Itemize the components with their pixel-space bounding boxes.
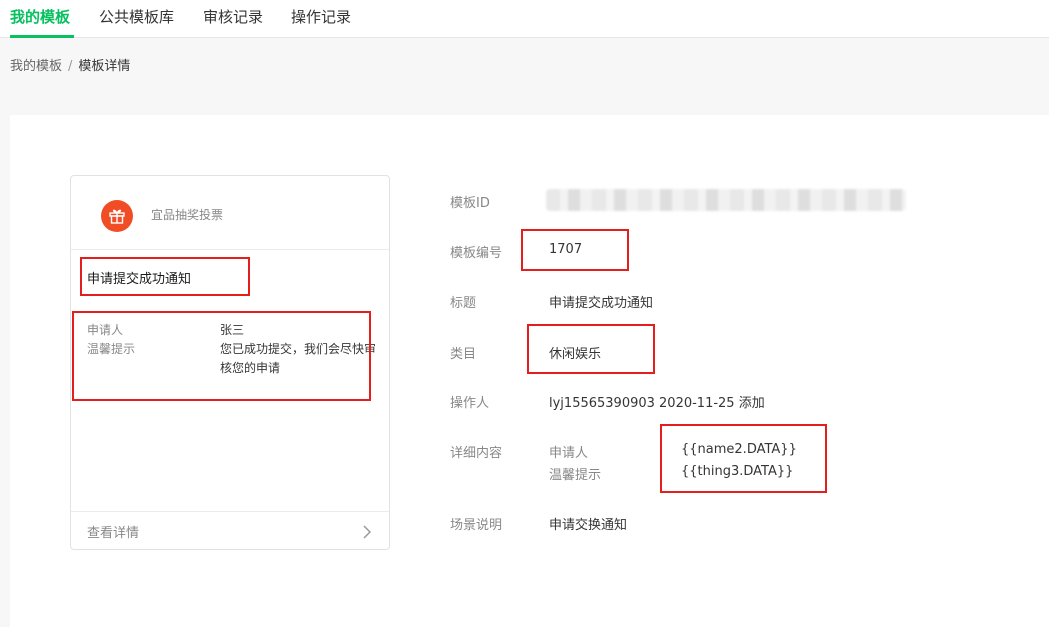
template-id-label: 模板ID (450, 196, 490, 211)
gift-icon (101, 200, 133, 232)
category-value: 休闲娱乐 (549, 347, 602, 362)
content-field-value: {{thing3.DATA}} (681, 464, 794, 479)
preview-card-header: 宜品抽奖投票 (71, 176, 389, 250)
scene-label: 场景说明 (450, 518, 503, 533)
annotation-box-content (660, 424, 827, 493)
detail-panel: 宜品抽奖投票 申请提交成功通知 申请人 张三 温馨提示 您已成功提交，我们会尽快… (10, 115, 1049, 627)
operator-label: 操作人 (450, 396, 490, 411)
preview-field-value: 张三 (220, 323, 245, 337)
app-name: 宜品抽奖投票 (151, 208, 224, 222)
template-id-redacted (546, 189, 906, 211)
template-preview-card: 宜品抽奖投票 申请提交成功通知 申请人 张三 温馨提示 您已成功提交，我们会尽快… (70, 175, 390, 550)
chevron-right-icon (363, 524, 372, 543)
template-no-value: 1707 (549, 242, 583, 257)
breadcrumb-separator: / (68, 59, 73, 74)
content-label: 详细内容 (450, 446, 503, 461)
breadcrumb-current: 模板详情 (78, 59, 131, 74)
preview-field-key: 申请人 (87, 323, 124, 337)
content-field-value: {{name2.DATA}} (681, 442, 797, 457)
breadcrumb-my-templates[interactable]: 我的模板 (10, 59, 62, 74)
content-field-key: 申请人 (549, 446, 589, 461)
category-label: 类目 (450, 347, 477, 362)
scene-value: 申请交换通知 (549, 518, 628, 533)
operator-value: lyj15565390903 2020-11-25 添加 (549, 396, 765, 411)
preview-field-key: 温馨提示 (87, 342, 136, 356)
content-field-key: 温馨提示 (549, 468, 602, 483)
tab-operation-records[interactable]: 操作记录 (291, 6, 351, 27)
tab-my-templates[interactable]: 我的模板 (10, 6, 70, 27)
view-details-link[interactable]: 查看详情 (71, 511, 389, 549)
view-details-label: 查看详情 (87, 526, 140, 541)
template-no-label: 模板编号 (450, 246, 503, 261)
top-tab-bar: 我的模板 公共模板库 审核记录 操作记录 (0, 0, 1049, 38)
preview-title: 申请提交成功通知 (87, 272, 192, 287)
preview-field-value: 您已成功提交，我们会尽快审核您的申请 (220, 342, 377, 375)
tab-review-records[interactable]: 审核记录 (203, 6, 263, 27)
breadcrumb: 我的模板 / 模板详情 (10, 55, 130, 74)
title-label: 标题 (450, 296, 477, 311)
tab-public-library[interactable]: 公共模板库 (99, 6, 174, 27)
active-tab-indicator (10, 35, 74, 38)
title-value: 申请提交成功通知 (549, 296, 654, 311)
